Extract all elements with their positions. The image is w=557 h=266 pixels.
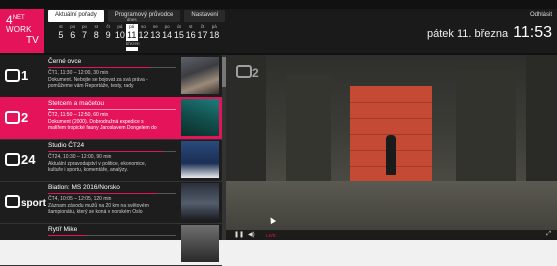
program-thumbnail [181,225,219,262]
channel-list: 1 Černé ovce ČT1, 11:30 – 12:00, 30 min … [0,55,222,266]
logo-text-3: TV [26,35,39,46]
program-progress [48,67,176,68]
program-progress [48,151,176,152]
month-label: březen [125,41,140,47]
day-item[interactable]: pá 10 [114,24,126,51]
current-time: 11:53 [513,24,552,41]
program-desc: malířem tropické fauny Jaroslavem Dongel… [48,125,157,131]
program-title: Biatlon: MS 2016/Norsko [48,184,120,191]
ct24-logo-icon: 24 [5,152,39,167]
fullscreen-icon[interactable]: ⤢ [546,231,551,238]
scene-person [386,135,396,175]
live-badge: LIVE [266,233,276,238]
tab-programovy-pruvodce[interactable]: Programový průvodce [107,10,181,22]
channel-row-ct1[interactable]: 1 Černé ovce ČT1, 11:30 – 12:00, 30 min … [0,55,222,98]
program-thumbnail [181,141,219,178]
day-item[interactable]: so 12 [138,24,150,51]
program-progress [48,109,176,110]
play-icon[interactable]: ❚❚ [234,231,244,238]
day-item[interactable]: po 6 [67,24,79,51]
channel-row-ct24[interactable]: 24 Studio ČT24 ČT24, 10:30 – 12:00, 90 m… [0,139,222,182]
program-thumbnail [181,183,219,220]
top-bar: 4NET WORK TV Aktuální pořady Programový … [0,9,557,53]
player-controls: ❚❚ ◀) LIVE ⤢ [226,230,557,240]
day-item[interactable]: st 5 [55,24,67,51]
day-item[interactable]: čt 9 [102,24,114,51]
ct1-logo-icon: 1 [5,68,39,83]
current-datetime: pátek 11. března 11:53 [427,24,552,42]
video-player[interactable]: 2 ❚❚ ◀) LIVE ⤢ [226,55,557,240]
logo-text-1: 4NET [6,13,25,27]
logo-text-2: WORK [6,25,32,34]
volume-icon[interactable]: ◀) [248,231,255,238]
ct2-logo-icon: 2 [5,110,39,125]
ctsport-logo-icon: sport [5,195,46,209]
tab-nastaveni[interactable]: Nastavení [184,10,226,22]
program-thumbnail [181,99,219,136]
day-selector: st 5 po 6 po 7 st 8 čt 9 pá 10 dnes pá 11 březe… [55,17,220,51]
program-title: Studio ČT24 [48,142,85,149]
day-item[interactable]: st 8 [90,24,102,51]
current-date: pátek 11. března [427,28,509,40]
tab-aktualni-porady[interactable]: Aktuální pořady [48,10,104,22]
program-desc: pomůžeme vám Reportáže, testy, rady [48,83,134,89]
channel-row-ct2[interactable]: 2 Stetcem a mačetou ČT2, 11:50 – 12:50, … [0,97,222,140]
program-title: Černé ovce [48,58,82,65]
program-title: Stetcem a mačetou [48,100,104,107]
channel-watermark: 2 [236,65,259,80]
program-progress [48,235,176,236]
program-desc: šampionátu, který se koná v norském Oslo [48,209,143,215]
program-desc: kultuře i sportu, komentáře, analýzy. [48,167,128,173]
day-item[interactable]: st 16 [185,24,197,51]
day-item[interactable]: po 14 [161,24,173,51]
day-item[interactable]: pá 18 [208,24,220,51]
day-item[interactable]: čt 17 [197,24,209,51]
day-item[interactable]: ne 13 [149,24,161,51]
day-item[interactable]: po 7 [79,24,91,51]
channel-row-next[interactable]: Rytíř Mike [0,223,222,266]
app-window: 4NET WORK TV Aktuální pořady Programový … [0,0,557,266]
logout-link[interactable]: Odhlásit [530,12,552,18]
day-item-selected[interactable]: dnes pá 11 březen [125,17,140,51]
channel-row-ctsport[interactable]: sport Biatlon: MS 2016/Norsko ČT4, 10:05… [0,181,222,224]
day-item[interactable]: út 15 [173,24,185,51]
program-thumbnail [181,57,219,94]
program-progress [48,193,176,194]
today-label: dnes [126,17,137,22]
app-logo[interactable]: 4NET WORK TV [0,9,44,53]
program-title: Rytíř Mike [48,226,78,233]
